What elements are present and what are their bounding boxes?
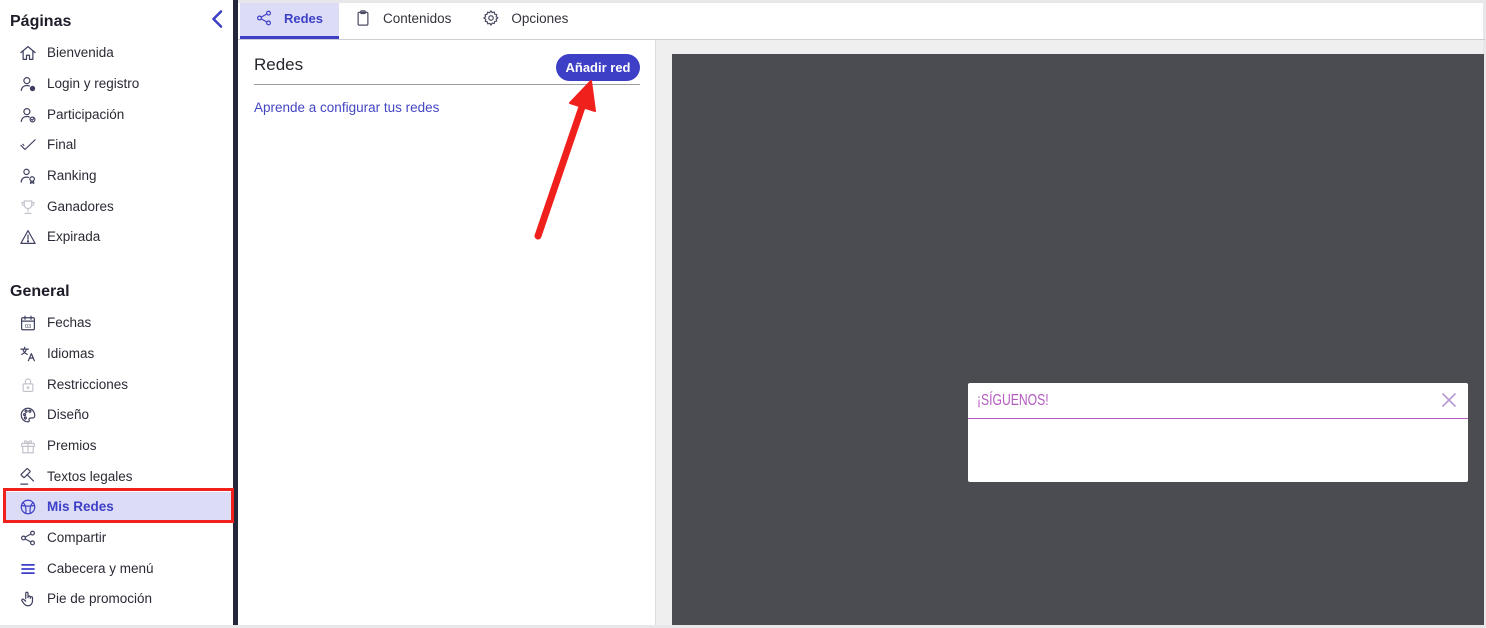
tab-label: Redes <box>284 10 324 26</box>
tab-opciones[interactable]: Opciones <box>467 3 584 39</box>
tab-label: Opciones <box>511 10 569 26</box>
palette-icon <box>19 406 37 424</box>
translate-icon <box>19 345 37 363</box>
hand-pointer-icon <box>19 590 37 608</box>
share-icon <box>19 529 37 547</box>
sidebar-item-pie-promocion[interactable]: Pie de promoción <box>5 584 232 615</box>
sidebar-item-mis-redes[interactable]: Mis Redes <box>5 491 232 523</box>
sidebar-item-premios[interactable]: Premios <box>5 431 232 462</box>
panel-title: Redes <box>254 55 304 74</box>
help-link[interactable]: Aprende a configurar tus redes <box>254 99 439 117</box>
sidebar-item-label: Fechas <box>47 315 92 331</box>
sidebar-item-label: Ganadores <box>47 198 114 214</box>
sidebar-item-label: Diseño <box>47 407 90 423</box>
lock-icon <box>19 376 37 394</box>
gift-icon <box>19 437 37 455</box>
sidebar-item-cabecera-menu[interactable]: Cabecera y menú <box>5 553 232 584</box>
sidebar-item-label: Final <box>47 137 77 153</box>
gear-icon <box>482 9 500 27</box>
sidebar-item-participacion[interactable]: Participación <box>5 99 232 130</box>
networks-panel: Redes Añadir red Aprende a configurar tu… <box>238 40 655 625</box>
tab-contenidos[interactable]: Contenidos <box>339 3 467 39</box>
sidebar-item-label: Textos legales <box>47 468 133 484</box>
sidebar-item-label: Pie de promoción <box>47 591 153 607</box>
sidebar-item-textos-legales[interactable]: Textos legales <box>5 461 232 492</box>
sidebar-item-compartir[interactable]: Compartir <box>5 523 232 554</box>
sidebar-item-login-registro[interactable]: Login y registro <box>5 69 232 100</box>
section-heading-paginas: Páginas <box>10 13 72 30</box>
calendar-day-text: 03 <box>25 324 31 330</box>
user-settings-icon <box>19 75 37 93</box>
preview-area: ¡SÍGUENOS! <box>655 40 1484 625</box>
nav-list-paginas: Bienvenida Login y registro Participació… <box>5 38 232 253</box>
home-icon <box>19 44 37 62</box>
sidebar-item-label: Ranking <box>47 167 97 183</box>
section-heading-general: General <box>10 283 70 300</box>
popup-header: ¡SÍGUENOS! <box>968 383 1468 419</box>
popup-title: ¡SÍGUENOS! <box>977 392 1049 409</box>
user-check-icon <box>19 106 37 124</box>
sidebar-item-idiomas[interactable]: Idiomas <box>5 339 232 370</box>
tab-redes[interactable]: Redes <box>240 3 340 39</box>
nav-list-general: 03 Fechas Idiomas Restricciones Diseño P… <box>5 308 232 615</box>
menu-icon <box>19 560 37 578</box>
panel-divider <box>254 84 640 85</box>
sidebar-item-label: Cabecera y menú <box>47 560 154 576</box>
preview-canvas: ¡SÍGUENOS! <box>672 54 1484 625</box>
sidebar-item-restricciones[interactable]: Restricciones <box>5 369 232 400</box>
sidebar-item-label: Compartir <box>47 529 107 545</box>
follow-us-popup: ¡SÍGUENOS! <box>968 383 1468 482</box>
close-icon[interactable] <box>1442 393 1456 407</box>
sidebar-item-fechas[interactable]: 03 Fechas <box>5 308 232 339</box>
globe-icon <box>19 498 37 516</box>
tab-label: Contenidos <box>383 10 452 26</box>
sidebar-item-ranking[interactable]: Ranking <box>5 161 232 192</box>
add-network-button[interactable]: Añadir red <box>556 54 640 81</box>
ranking-icon <box>19 167 37 185</box>
app-window: Páginas Bienvenida Login y registro Part… <box>0 0 1486 628</box>
sidebar-item-label: Mis Redes <box>47 499 114 515</box>
sidebar-item-label: Login y registro <box>47 75 140 91</box>
sidebar: Páginas Bienvenida Login y registro Part… <box>0 0 233 625</box>
sidebar-item-diseno[interactable]: Diseño <box>5 400 232 431</box>
sidebar-item-label: Expirada <box>47 229 101 245</box>
sidebar-item-label: Restricciones <box>47 376 129 392</box>
sidebar-item-expirada[interactable]: Expirada <box>5 222 232 253</box>
sidebar-item-final[interactable]: Final <box>5 130 232 161</box>
chevron-left-icon[interactable] <box>209 9 226 29</box>
trophy-icon <box>19 198 37 216</box>
calendar-icon: 03 <box>19 314 37 332</box>
main-content: Redes Contenidos Opciones Redes Añadir r… <box>238 3 1485 625</box>
sidebar-item-label: Idiomas <box>47 345 95 361</box>
gavel-icon <box>19 467 37 486</box>
warning-icon <box>19 228 37 246</box>
sidebar-item-label: Participación <box>47 106 125 122</box>
clipboard-icon <box>354 9 372 27</box>
sidebar-item-ganadores[interactable]: Ganadores <box>5 191 232 222</box>
sidebar-item-label: Bienvenida <box>47 45 114 61</box>
tab-bar: Redes Contenidos Opciones <box>238 3 1485 40</box>
share-icon <box>255 9 273 27</box>
check-icon <box>19 136 37 154</box>
sidebar-item-label: Premios <box>47 437 97 453</box>
sidebar-item-bienvenida[interactable]: Bienvenida <box>5 38 232 69</box>
